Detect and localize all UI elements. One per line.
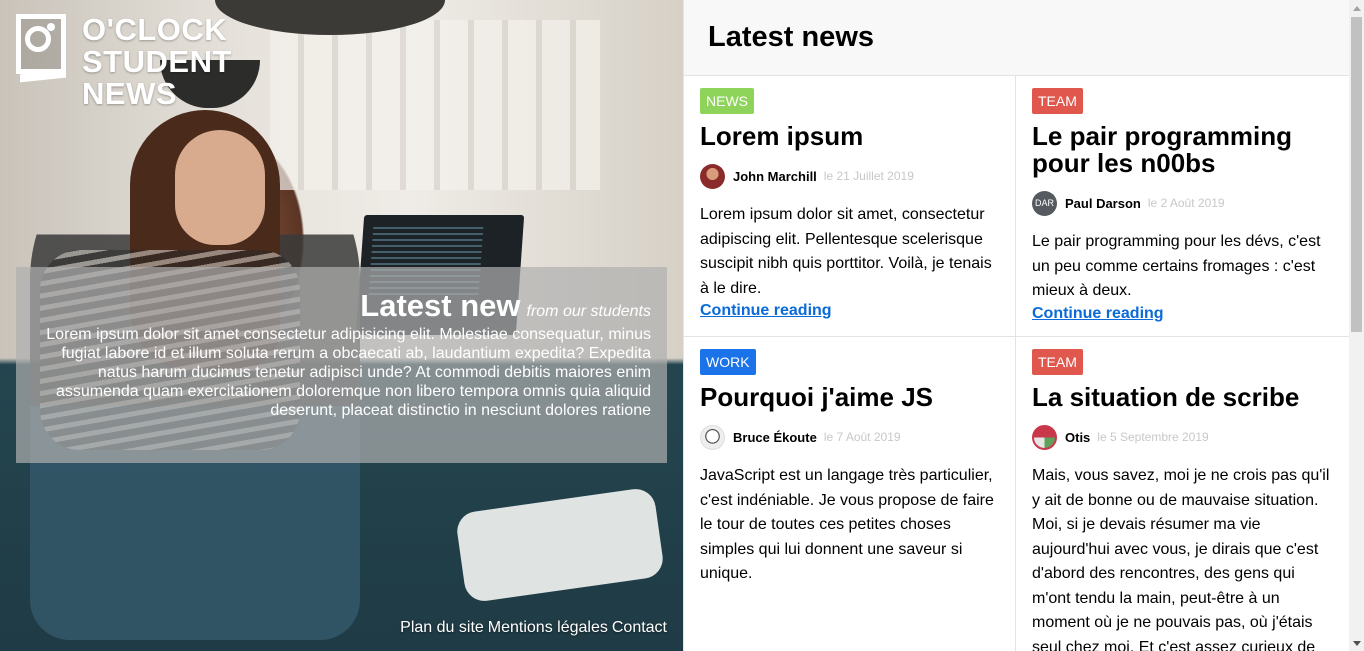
intro-text: Lorem ipsum dolor sit amet consectetur a… <box>46 326 651 419</box>
article-meta: John Marchill le 21 Juillet 2019 <box>700 163 999 189</box>
article-author[interactable]: Otis <box>1065 430 1090 445</box>
arrow-up-icon <box>1352 5 1361 11</box>
intro-heading: Latest new from our students <box>36 289 651 329</box>
article-meta: Bruce Ékoute le 7 Août 2019 <box>700 424 999 450</box>
article-title[interactable]: La situation de scribe <box>1032 384 1333 411</box>
article-card: TEAM Le pair programming pour les n00bs … <box>1016 76 1349 337</box>
article-author[interactable]: Bruce Ékoute <box>733 430 817 445</box>
article-excerpt: Lorem ipsum dolor sit amet, consectetur … <box>700 206 992 297</box>
article-author[interactable]: Paul Darson <box>1065 196 1141 211</box>
logo-line-2: STUDENT <box>82 44 232 79</box>
article-meta: Otis le 5 Septembre 2019 <box>1032 424 1333 450</box>
continue-reading-link[interactable]: Continue reading <box>1032 304 1333 324</box>
hero-section: O'CLOCK STUDENT NEWS Latest new from our … <box>0 0 683 651</box>
news-panel: Latest news NEWS Lorem ipsum John Marchi… <box>683 0 1349 651</box>
footer-link-contact[interactable]: Contact <box>612 619 667 637</box>
scrollbar-thumb[interactable] <box>1351 17 1362 332</box>
site-logo[interactable]: O'CLOCK STUDENT NEWS <box>16 14 232 110</box>
avatar-swirl-icon <box>1032 424 1057 450</box>
avatar-initials-icon: DAR <box>1032 190 1057 216</box>
scroll-up-button[interactable] <box>1349 0 1364 16</box>
article-excerpt: Le pair programming pour les dévs, c'est… <box>1032 233 1321 299</box>
footer-nav: Plan du site Mentions légales Contact <box>400 619 667 637</box>
logo-line-3: NEWS <box>82 76 177 111</box>
intro-title: Latest new <box>360 288 521 323</box>
page: O'CLOCK STUDENT NEWS Latest new from our … <box>0 0 1364 651</box>
category-tag[interactable]: NEWS <box>700 88 754 114</box>
article-excerpt: JavaScript est un langage très particuli… <box>700 467 994 582</box>
footer-link-sitemap[interactable]: Plan du site <box>400 619 484 637</box>
hero-cushion <box>454 486 666 604</box>
avatar-photo-icon <box>700 163 725 189</box>
article-date: le 7 Août 2019 <box>823 430 901 444</box>
article-title[interactable]: Lorem ipsum <box>700 123 999 150</box>
hero-face <box>175 130 265 245</box>
category-tag[interactable]: WORK <box>700 349 756 375</box>
news-header: Latest news <box>684 0 1349 76</box>
vertical-scrollbar[interactable] <box>1349 0 1364 651</box>
logo-camera-icon <box>16 14 68 83</box>
article-excerpt: Mais, vous savez, moi je ne crois pas qu… <box>1032 467 1330 651</box>
article-card: WORK Pourquoi j'aime JS Bruce Ékoute le … <box>684 337 1016 651</box>
article-author[interactable]: John Marchill <box>733 169 817 184</box>
category-tag[interactable]: TEAM <box>1032 349 1083 375</box>
intro-box: Latest new from our students Lorem ipsum … <box>16 267 667 463</box>
article-card: TEAM La situation de scribe Otis le 5 Se… <box>1016 337 1349 651</box>
continue-reading-link[interactable]: Continue reading <box>700 301 999 321</box>
category-tag[interactable]: TEAM <box>1032 88 1083 114</box>
arrow-down-icon <box>1352 640 1361 646</box>
avatar-sketch-icon <box>700 424 725 450</box>
page-title: Latest news <box>708 21 874 53</box>
article-title[interactable]: Le pair programming pour les n00bs <box>1032 123 1333 177</box>
article-meta: DAR Paul Darson le 2 Août 2019 <box>1032 190 1333 216</box>
footer-link-legal[interactable]: Mentions légales <box>488 619 608 637</box>
article-date: le 2 Août 2019 <box>1147 196 1225 210</box>
intro-subtitle: from our students <box>526 303 652 320</box>
article-date: le 21 Juillet 2019 <box>823 169 914 183</box>
article-title[interactable]: Pourquoi j'aime JS <box>700 384 999 411</box>
article-date: le 5 Septembre 2019 <box>1097 430 1209 444</box>
article-grid: NEWS Lorem ipsum John Marchill le 21 Jui… <box>684 76 1349 651</box>
logo-line-1: O'CLOCK <box>82 12 228 47</box>
logo-text: O'CLOCK STUDENT NEWS <box>82 14 232 110</box>
hero-background-building <box>270 20 600 190</box>
article-card: NEWS Lorem ipsum John Marchill le 21 Jui… <box>684 76 1016 337</box>
scroll-down-button[interactable] <box>1349 635 1364 651</box>
